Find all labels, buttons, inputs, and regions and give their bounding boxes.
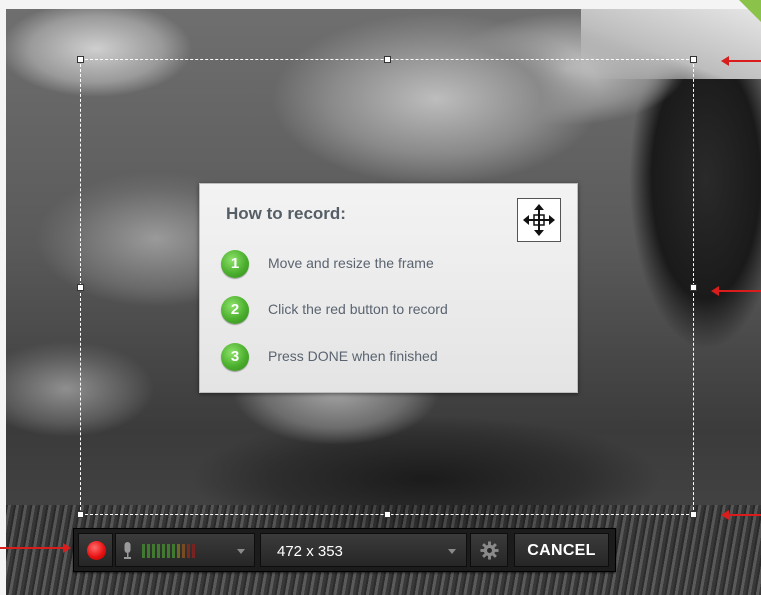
audio-input-dropdown[interactable] (115, 533, 255, 567)
frame-size-value: 472 x 353 (277, 543, 343, 560)
audio-level-bar (142, 544, 145, 558)
step-number-badge: 3 (221, 343, 249, 371)
step-text: Click the red button to record (268, 301, 448, 317)
resize-handle-bottom-right[interactable] (690, 511, 697, 518)
cancel-button[interactable]: CANCEL (514, 533, 609, 567)
step-text: Move and resize the frame (268, 255, 434, 271)
audio-level-meter (142, 544, 195, 558)
chevron-down-icon (448, 549, 456, 554)
recorder-toolbar: 472 x 353 CANCEL (73, 528, 616, 572)
audio-level-bar (192, 544, 195, 558)
record-button[interactable] (78, 533, 113, 567)
callout-arrow-middle-right (711, 286, 761, 296)
step-number-badge: 1 (221, 250, 249, 278)
size-dropdown[interactable]: 472 x 353 (260, 533, 467, 567)
chevron-down-icon (237, 549, 245, 554)
step-text: Press DONE when finished (268, 348, 438, 364)
resize-handle-bottom-left[interactable] (77, 511, 84, 518)
move-arrows-icon[interactable] (517, 198, 561, 242)
gear-icon (480, 541, 499, 560)
audio-level-bar (152, 544, 155, 558)
resize-handle-middle-left[interactable] (77, 284, 84, 291)
microphone-icon (122, 542, 133, 560)
step-number-badge: 2 (221, 296, 249, 324)
audio-level-bar (172, 544, 175, 558)
resize-handle-top-left[interactable] (77, 56, 84, 63)
instructions-panel: How to record: 1 Move and resize the fra… (199, 183, 578, 393)
record-icon (87, 541, 106, 560)
settings-button[interactable] (470, 533, 508, 567)
audio-level-bar (182, 544, 185, 558)
callout-arrow-bottom-right (721, 510, 761, 520)
audio-level-bar (167, 544, 170, 558)
audio-level-bar (147, 544, 150, 558)
resize-handle-top-right[interactable] (690, 56, 697, 63)
resize-handle-bottom-center[interactable] (384, 511, 391, 518)
callout-arrow-record (0, 543, 71, 553)
audio-level-bar (162, 544, 165, 558)
callout-arrow-top-right (721, 56, 761, 66)
audio-level-bar (157, 544, 160, 558)
resize-handle-middle-right[interactable] (690, 284, 697, 291)
audio-level-bar (177, 544, 180, 558)
resize-handle-top-center[interactable] (384, 56, 391, 63)
instructions-title: How to record: (226, 204, 346, 223)
audio-level-bar (187, 544, 190, 558)
corner-decoration (739, 0, 761, 22)
cancel-label: CANCEL (527, 542, 596, 559)
